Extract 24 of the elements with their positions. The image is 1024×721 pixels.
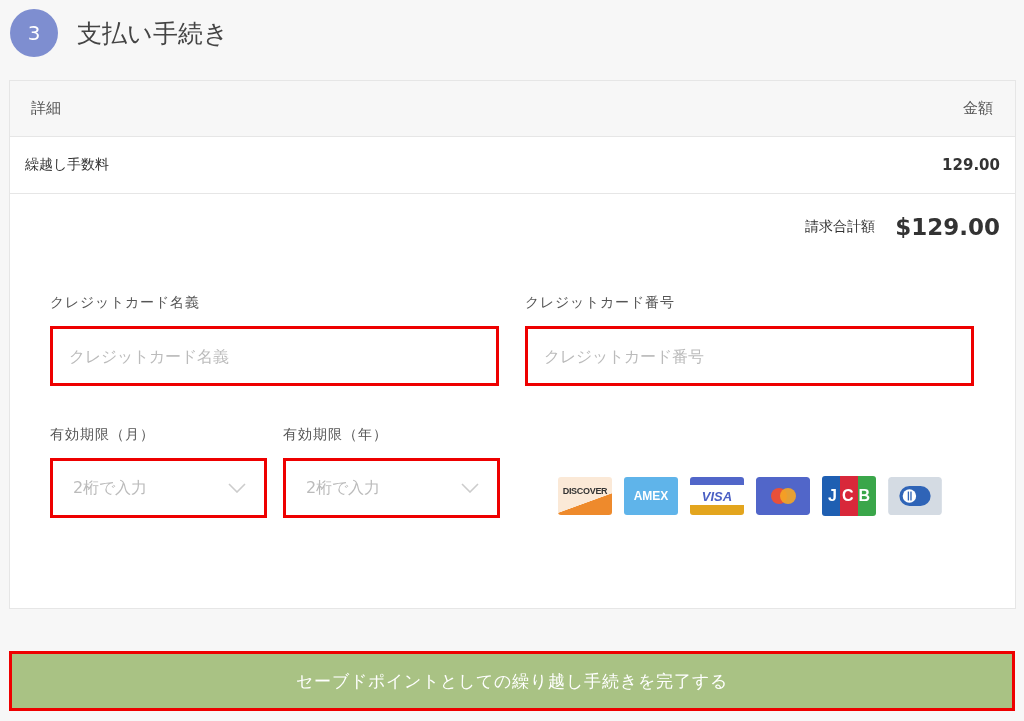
table-cell: 繰越し手数料 (25, 156, 109, 174)
card-logo-icon (888, 477, 942, 515)
input-field[interactable]: クレジットカード名義 (50, 326, 499, 386)
total-amount: $129.00 (895, 214, 1000, 240)
card-logo-icon (756, 477, 810, 515)
card-logo: DISCOVER (558, 477, 612, 515)
column-header: 詳細 (31, 99, 61, 118)
field-label: 有効期限（月） (50, 426, 156, 444)
field-label: クレジットカード名義 (50, 294, 201, 312)
field-label: 有効期限（年） (283, 426, 389, 444)
chevron-down-icon (461, 483, 479, 493)
field-label: クレジットカード番号 (525, 294, 676, 312)
input-field[interactable]: クレジットカード番号 (525, 326, 974, 386)
table-cell: 129.00 (942, 156, 1000, 174)
select-field[interactable]: 2桁で入力 (50, 458, 267, 518)
submit-button[interactable]: セーブドポイントとしての繰り越し手続きを完了する (9, 651, 1015, 711)
total-label: 請求合計額 (805, 218, 876, 236)
card-logo: VISA (690, 477, 744, 515)
step-number-badge: 3 (10, 9, 58, 57)
page-title: 支払い手続き (77, 17, 229, 50)
select-field[interactable]: 2桁で入力 (283, 458, 500, 518)
card-logo: AMEX (624, 477, 678, 515)
chevron-down-icon (228, 483, 246, 493)
column-header: 金額 (963, 99, 993, 118)
